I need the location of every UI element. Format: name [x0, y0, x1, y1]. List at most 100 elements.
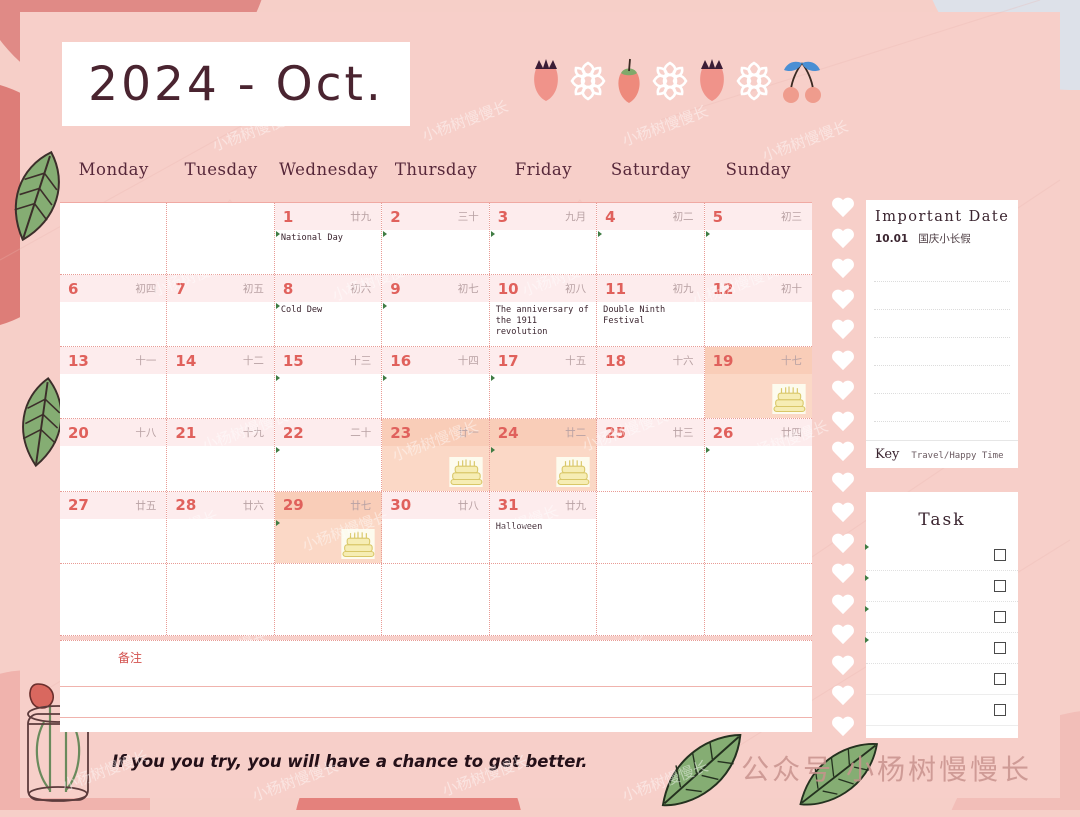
important-date-blank-line[interactable] [874, 282, 1010, 310]
calendar-day-31[interactable]: 31 廿九 Halloween [489, 491, 598, 563]
calendar-day-22[interactable]: 22 二十 [274, 419, 383, 491]
calendar-day-18[interactable]: 18 十六 [597, 347, 705, 419]
calendar-day-7[interactable]: 7 初五 [167, 275, 275, 347]
lunar-date-label: 廿六 [242, 499, 264, 512]
task-row[interactable] [865, 571, 1018, 602]
calendar-day-19[interactable]: 19 十七 [704, 347, 812, 419]
heart-icon [831, 290, 855, 311]
calendar-day-number: 13 [68, 351, 89, 370]
calendar-day-23[interactable]: 23 廿一 [382, 419, 490, 491]
important-date-blank-lines[interactable] [866, 246, 1018, 422]
task-checkbox[interactable] [994, 673, 1006, 685]
calendar-day-20[interactable]: 20 十八 [60, 419, 168, 491]
calendar-day-1[interactable]: 1 廿九 National Day [274, 203, 383, 275]
calendar-day-empty [490, 563, 598, 635]
calendar-day-27[interactable]: 27 廿五 [60, 491, 168, 563]
calendar-day-number: 29 [282, 496, 304, 515]
notes-rule [60, 717, 812, 718]
calendar-day-6[interactable]: 6 初四 [60, 275, 168, 347]
calendar-day-4[interactable]: 4 初二 [597, 203, 705, 275]
task-checkbox[interactable] [994, 611, 1006, 623]
calendar-day-header: 15 十三 [274, 347, 382, 375]
calendar-week-row: 20 十八 21 十九 22 二十 23 廿一 24 廿二 25 廿三 26 廿四 [60, 419, 812, 492]
calendar-day-number: 11 [605, 279, 627, 298]
calendar-day-3[interactable]: 3 九月 [489, 203, 598, 275]
important-date-blank-line[interactable] [874, 394, 1010, 422]
heart-icon [831, 564, 855, 585]
task-checkbox[interactable] [994, 580, 1006, 592]
lunar-date-label: 十八 [135, 427, 157, 440]
calendar-day-9[interactable]: 9 初七 [382, 275, 490, 347]
heart-divider-column [826, 198, 860, 738]
task-row[interactable] [865, 540, 1018, 571]
lunar-date-label: 三十 [457, 211, 479, 223]
calendar-day-header: 26 廿四 [704, 419, 812, 447]
task-row[interactable] [865, 602, 1018, 633]
task-checkbox[interactable] [994, 549, 1006, 561]
green-triangle-marker-icon [490, 375, 495, 382]
task-row[interactable] [865, 633, 1018, 664]
calendar-day-10[interactable]: 10 初八 The anniversary of the 1911 revoluti… [489, 275, 598, 347]
calendar-day-header: 16 十四 [382, 347, 489, 375]
calendar-day-17[interactable]: 17 十五 [489, 347, 598, 419]
calendar-day-11[interactable]: 11 初九 Double Ninth Festival [597, 275, 705, 347]
lunar-date-label: 十一 [135, 355, 157, 368]
calendar-day-empty [60, 203, 168, 275]
lunar-date-label: 廿一 [457, 427, 479, 440]
task-checkbox[interactable] [994, 642, 1006, 654]
lunar-date-label: 初六 [350, 283, 372, 296]
calendar-day-28[interactable]: 28 廿六 [167, 491, 275, 563]
green-triangle-marker-icon [598, 231, 603, 237]
task-row[interactable] [866, 695, 1018, 726]
calendar-day-empty [705, 492, 812, 563]
task-row[interactable] [866, 664, 1018, 695]
important-date-entry[interactable]: 10.01 国庆小长假 [866, 225, 1018, 246]
important-date-blank-line[interactable] [874, 254, 1010, 282]
heart-icon [831, 442, 855, 463]
task-checkbox[interactable] [994, 704, 1006, 716]
lunar-date-label: 十九 [242, 427, 264, 440]
calendar-day-14[interactable]: 14 十二 [167, 347, 275, 419]
calendar-day-15[interactable]: 15 十三 [274, 347, 383, 419]
calendar-day-12[interactable]: 12 初十 [704, 275, 812, 346]
notes-section[interactable]: 备注 [60, 640, 812, 732]
header-decoration-row [530, 50, 830, 112]
calendar-day-29[interactable]: 29 廿七 [274, 491, 383, 563]
calendar-day-number: 24 [497, 423, 519, 442]
weekday-saturday: Saturday [610, 160, 691, 179]
green-triangle-marker-icon [383, 375, 388, 382]
calendar-day-number: 4 [605, 207, 616, 226]
calendar-day-number: 8 [282, 279, 294, 298]
calendar-day-25[interactable]: 25 廿三 [597, 419, 705, 491]
calendar-day-header: 14 十二 [167, 347, 274, 375]
important-date-blank-line[interactable] [874, 310, 1010, 338]
cherries-icon [783, 61, 821, 103]
calendar-day-header: 28 廿六 [167, 491, 274, 519]
heart-icon [831, 473, 855, 494]
lunar-date-label: 廿八 [457, 499, 479, 512]
calendar-day-26[interactable]: 26 廿四 [704, 419, 812, 490]
calendar-day-empty [597, 491, 705, 563]
key-label: Key [875, 447, 900, 462]
heart-icon [831, 259, 855, 280]
weekday-friday: Friday [514, 160, 573, 179]
calendar-day-24[interactable]: 24 廿二 [489, 419, 598, 491]
lunar-date-label: 廿五 [135, 499, 157, 512]
important-date-blank-line[interactable] [874, 338, 1010, 366]
important-date-blank-line[interactable] [874, 366, 1010, 394]
calendar-day-21[interactable]: 21 十九 [167, 419, 275, 491]
calendar-day-16[interactable]: 16 十四 [382, 347, 490, 419]
lunar-date-label: 初四 [135, 283, 157, 296]
calendar-day-2[interactable]: 2 三十 [382, 203, 490, 275]
calendar-day-empty [382, 563, 490, 635]
calendar-day-8[interactable]: 8 初六 Cold Dew [274, 275, 383, 347]
lunar-date-label: 十四 [457, 355, 479, 368]
calendar-day-13[interactable]: 13 十一 [60, 347, 168, 419]
calendar-day-header: 20 十八 [60, 419, 167, 447]
calendar-day-30[interactable]: 30 廿八 [382, 491, 490, 563]
weekday-wednesday: Wednesday [279, 160, 379, 179]
lunar-date-label: 十七 [781, 355, 802, 368]
lunar-date-label: 初三 [781, 211, 802, 223]
calendar-day-empty [275, 563, 383, 635]
calendar-day-5[interactable]: 5 初三 [704, 203, 812, 274]
